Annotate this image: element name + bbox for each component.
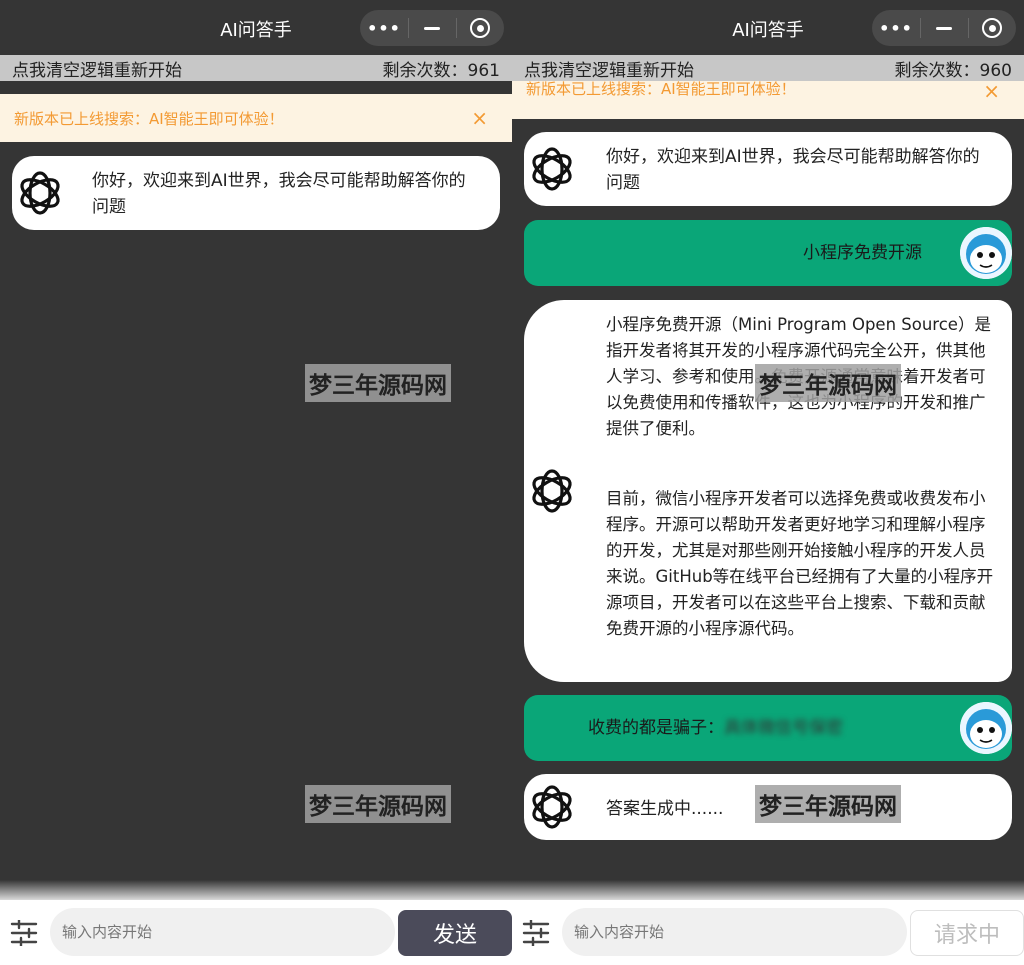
input-bar: 请求中 [512,900,1024,965]
bot-answer-paragraph-2: 目前，微信小程序开发者可以选择免费或收费发布小程序。开源可以帮助开发者更好地学习… [606,489,994,638]
clear-context-button[interactable]: 点我清空逻辑重新开始 [524,56,694,81]
remaining-count: 剩余次数：960 [894,60,1012,81]
user-message: 小程序免费开源 [524,220,1012,286]
watermark: 梦三年源码网 [305,785,451,823]
user-message-text: 收费的都是骗子：具体微信号保密 [588,718,843,738]
notice-text: 新版本已上线搜索：AI智能王即可体验！ [14,109,284,128]
right-chat-screen: AI问答手 ••• 点我清空逻辑重新开始 剩余次数：960 新版本已上线搜索：A… [512,0,1024,965]
notice-text: 新版本已上线搜索：AI智能王即可体验！ [526,81,796,98]
close-app-button[interactable] [456,10,504,46]
bottom-fade [0,880,512,902]
minimize-button[interactable] [920,10,968,46]
watermark: 梦三年源码网 [755,785,901,823]
miniprogram-capsule: ••• [360,10,504,46]
bot-answer-message: 小程序免费开源（Mini Program Open Source）是指开发者将其… [524,300,1012,682]
close-app-button[interactable] [968,10,1016,46]
status-bar: 点我清空逻辑重新开始 剩余次数：960 [512,55,1024,81]
bottom-fade [512,880,1024,902]
minimize-icon [936,26,952,30]
remaining-count: 剩余次数：961 [382,60,500,81]
bot-welcome-message: 你好，欢迎来到AI世界，我会尽可能帮助解答你的问题 [12,156,500,230]
minimize-button[interactable] [408,10,456,46]
cartoon-avatar-icon [960,227,1012,279]
send-button[interactable]: 发送 [398,910,512,956]
openai-logo-icon [532,785,572,829]
user-message: 收费的都是骗子：具体微信号保密 [524,695,1012,761]
openai-logo-icon [532,469,572,513]
notice-banner: 新版本已上线搜索：AI智能王即可体验！ × [0,94,512,142]
bot-message-text: 你好，欢迎来到AI世界，我会尽可能帮助解答你的问题 [606,147,980,193]
notice-close-icon[interactable]: × [983,81,1000,103]
miniprogram-capsule: ••• [872,10,1016,46]
user-message-text: 小程序免费开源 [803,243,922,263]
watermark: 梦三年源码网 [305,364,451,402]
more-dots-icon: ••• [879,18,913,38]
minimize-icon [424,26,440,30]
openai-logo-icon [532,147,572,191]
send-button-busy[interactable]: 请求中 [910,910,1024,956]
title-bar: AI问答手 ••• [512,0,1024,55]
openai-logo-icon [20,171,60,215]
more-dots-icon: ••• [367,18,401,38]
notice-close-icon[interactable]: × [471,106,488,130]
message-input[interactable] [562,908,907,956]
watermark: 梦三年源码网 [755,364,901,402]
sliders-icon[interactable] [522,920,550,946]
status-bar: 点我清空逻辑重新开始 剩余次数：961 [0,55,512,81]
target-icon [982,18,1002,38]
left-chat-screen: AI问答手 ••• 点我清空逻辑重新开始 剩余次数：961 新版本已上线搜索：A… [0,0,512,965]
message-input[interactable] [50,908,395,956]
notice-banner: 新版本已上线搜索：AI智能王即可体验！ × [512,81,1024,119]
more-button[interactable]: ••• [360,10,408,46]
input-bar: 发送 [0,900,512,965]
title-bar: AI问答手 ••• [0,0,512,55]
more-button[interactable]: ••• [872,10,920,46]
target-icon [470,18,490,38]
sliders-icon[interactable] [10,920,38,946]
bot-message-text: 你好，欢迎来到AI世界，我会尽可能帮助解答你的问题 [92,171,466,217]
clear-context-button[interactable]: 点我清空逻辑重新开始 [12,56,182,81]
bot-welcome-message: 你好，欢迎来到AI世界，我会尽可能帮助解答你的问题 [524,132,1012,206]
cartoon-avatar-icon [960,702,1012,754]
